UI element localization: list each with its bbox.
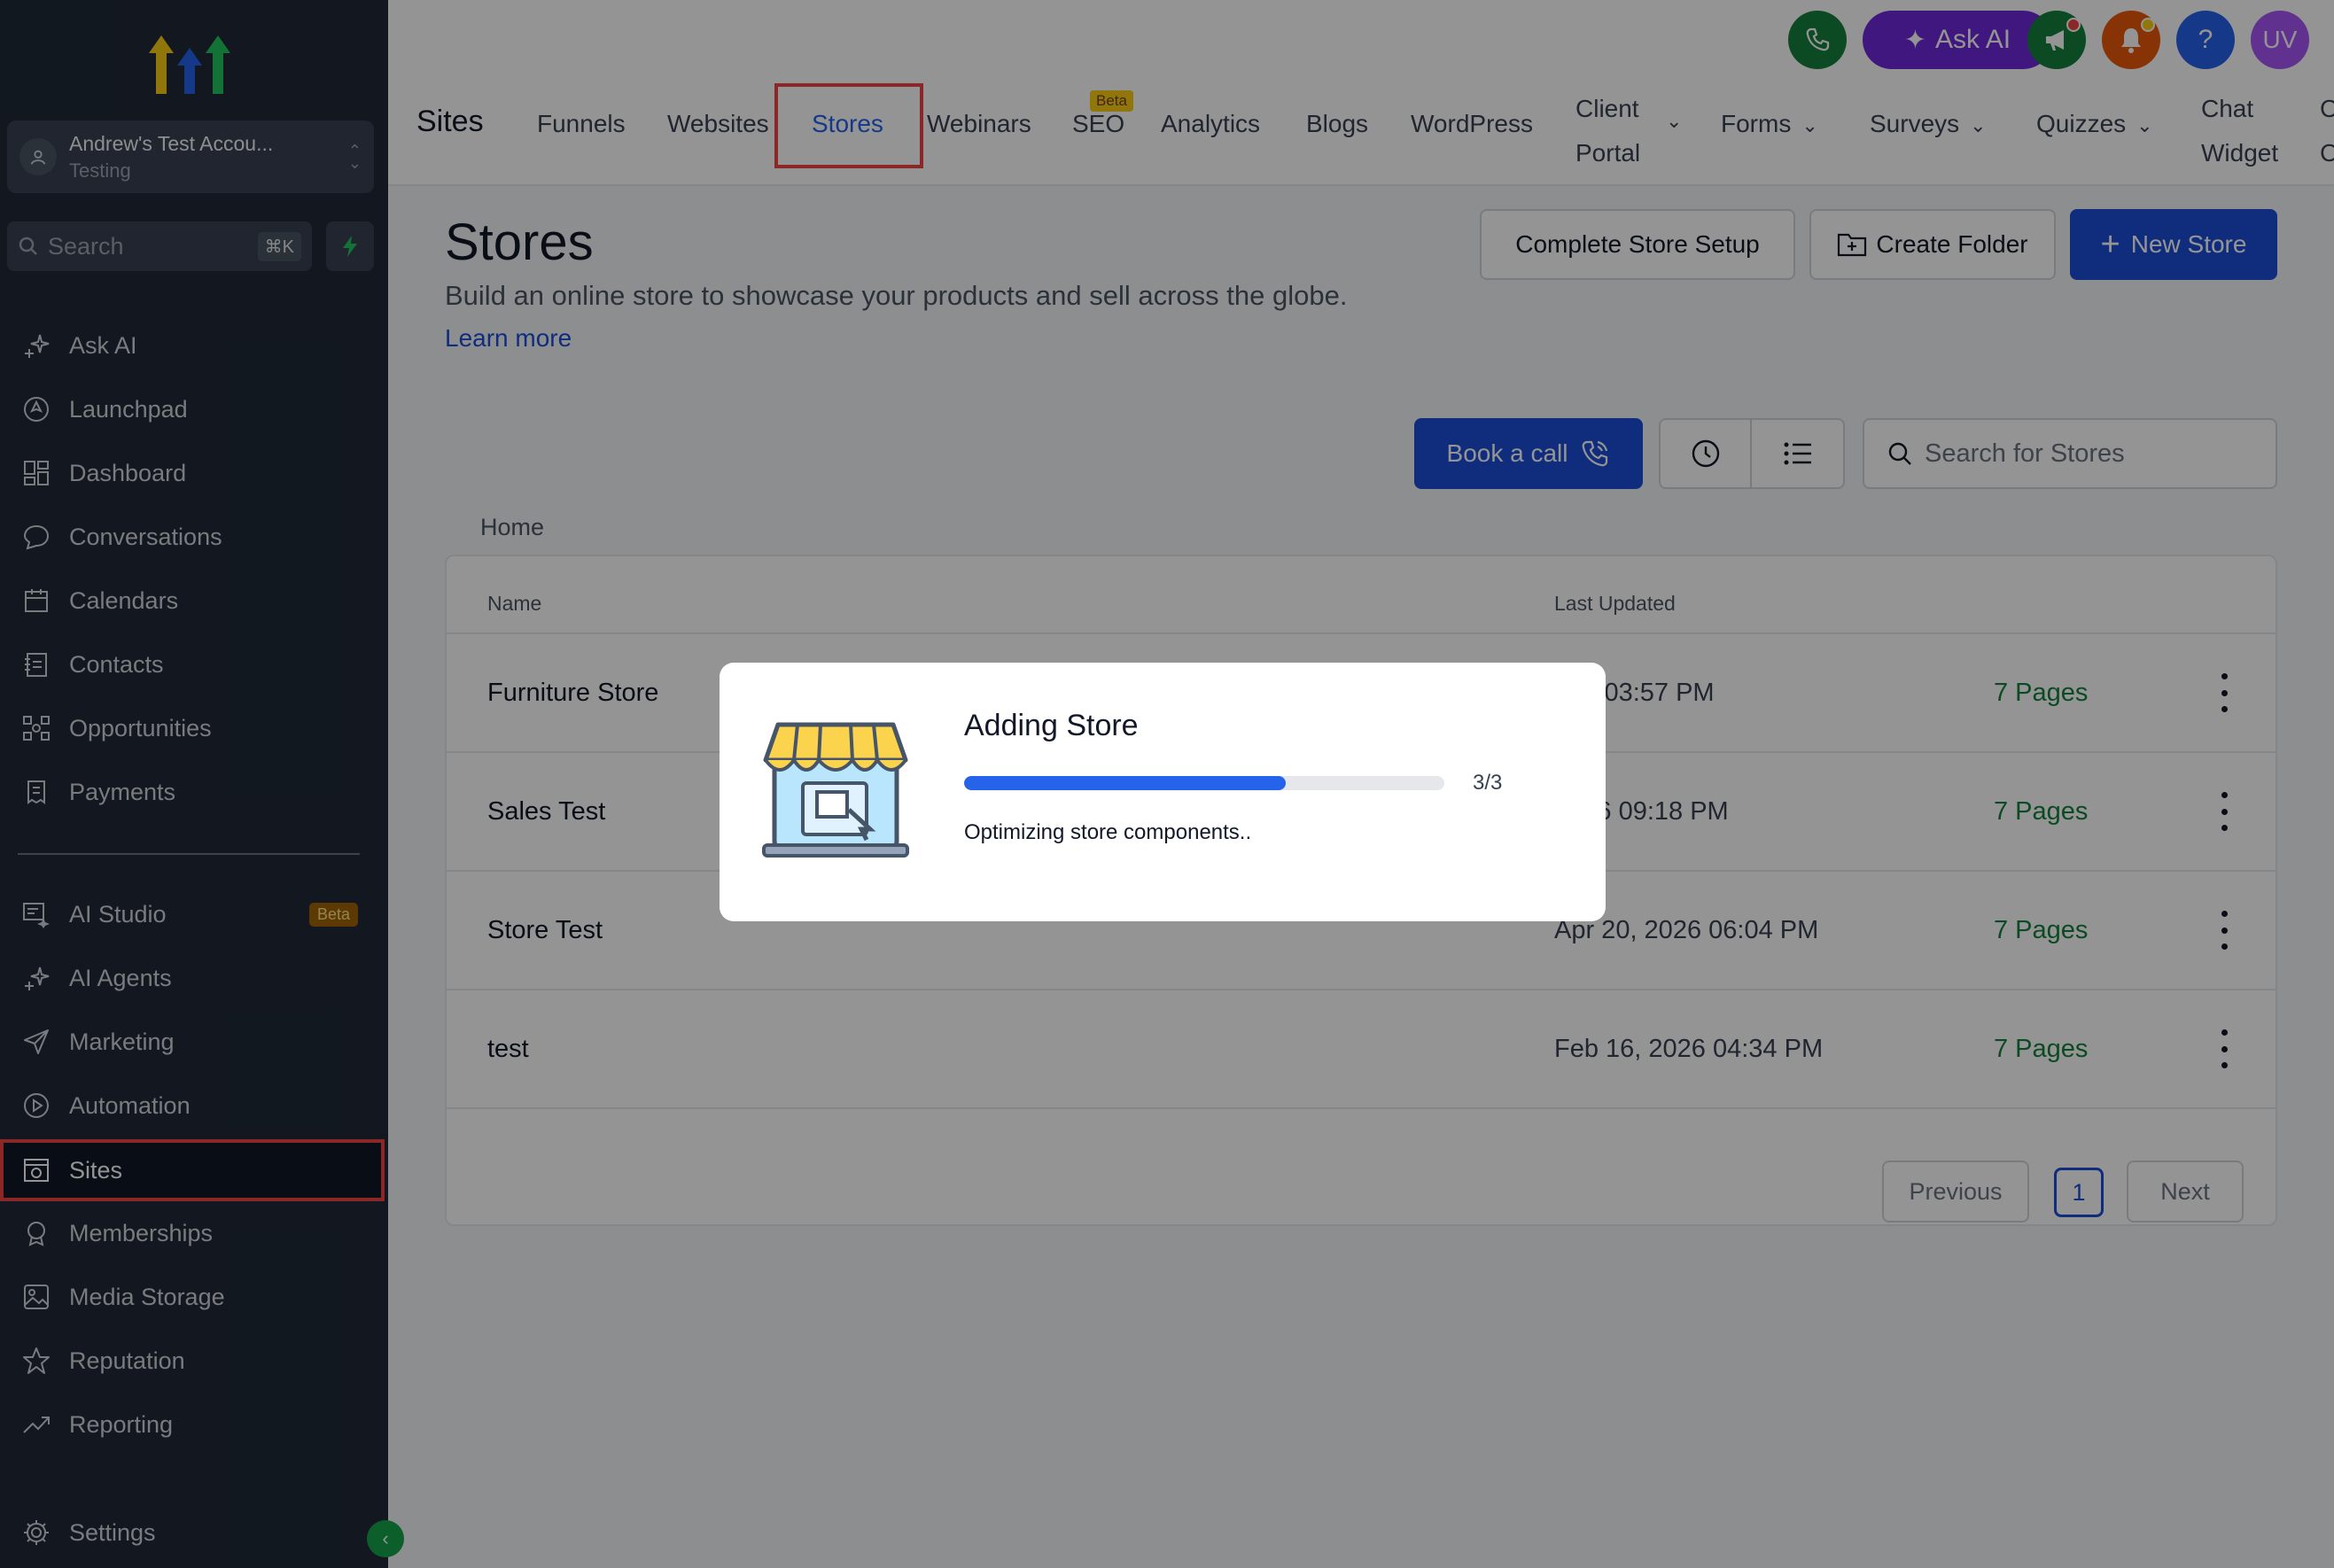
storefront-icon [762, 722, 909, 858]
adding-store-modal: Adding Store 3/3 Optimizing store compon… [720, 663, 1606, 921]
modal-title: Adding Store [964, 709, 1139, 742]
progress-count: 3/3 [1473, 771, 1503, 795]
progress-bar [964, 776, 1444, 790]
progress-bar-fill [964, 776, 1287, 790]
progress-status: Optimizing store components.. [964, 820, 1252, 844]
